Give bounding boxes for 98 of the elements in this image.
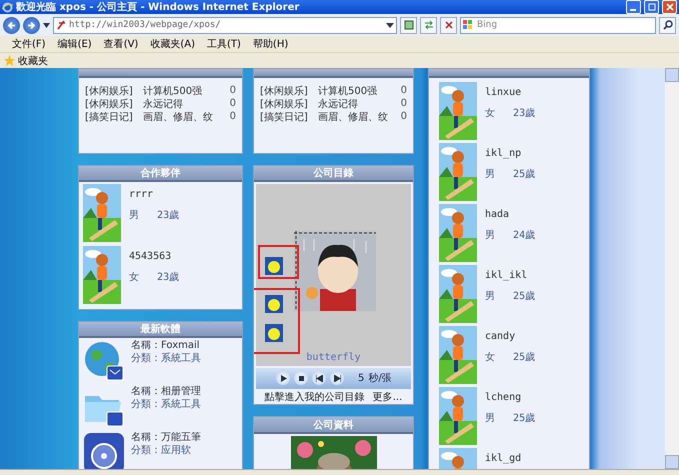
stop-icon [298, 376, 304, 381]
topic-count: 0 [230, 98, 236, 109]
member-name[interactable]: ikl_gd [485, 453, 522, 464]
close-icon [444, 20, 454, 30]
topic-count: 0 [230, 85, 236, 96]
maximize-button[interactable] [644, 0, 659, 14]
software-name[interactable]: 名稱：Foxmail [131, 340, 205, 351]
topic-count: 0 [400, 98, 407, 109]
panel-title: 最新軟體 [140, 322, 180, 336]
member-name[interactable]: 4543563 [129, 251, 180, 262]
window-title: 歡迎光臨 xpos - 公司主頁 - Windows Internet Explorer [16, 0, 300, 14]
dropdown-icon[interactable] [386, 21, 394, 29]
topic-category[interactable]: [休闲娱乐] [260, 84, 318, 98]
menu-item[interactable]: 文件(F) [12, 37, 46, 51]
member-name[interactable]: rrrr [129, 189, 180, 200]
search-engine-icon [463, 20, 473, 30]
software-category: 分類：系統工具 [131, 353, 202, 364]
catalog-link[interactable]: 點擊進入我的公司目錄 [264, 390, 365, 404]
menu-item[interactable]: 收藏夹(A) [150, 37, 195, 51]
star-icon[interactable] [4, 55, 15, 66]
member-name[interactable]: hada [485, 209, 536, 220]
thumbnail-icon[interactable] [265, 295, 283, 313]
play-button[interactable] [276, 371, 290, 386]
topic-title[interactable]: 永远记得 [318, 96, 401, 110]
member-name[interactable]: ikl_ikl [485, 270, 536, 281]
play-icon [280, 374, 286, 382]
highlight-frame [258, 245, 299, 279]
topic-count: 0 [230, 111, 236, 122]
back-button[interactable] [3, 16, 20, 34]
topic-title[interactable]: 永远记得 [143, 96, 230, 110]
menu-item[interactable]: 查看(V) [104, 37, 138, 51]
topic-title[interactable]: 计算机500强 [143, 84, 230, 98]
topic-count: 0 [400, 111, 407, 122]
topic-category[interactable]: [休闲娱乐] [85, 96, 143, 110]
member-name[interactable]: linxue [485, 87, 536, 98]
software-name[interactable]: 名稱：相册管理 [131, 386, 205, 397]
topic-category[interactable]: [搞笑日记] [260, 110, 318, 124]
stop-button[interactable] [294, 371, 308, 386]
close-button[interactable] [662, 0, 677, 14]
search-field[interactable]: Bing [460, 16, 656, 34]
panel-title: 公司目錄 [314, 166, 354, 180]
topic-title[interactable]: 画眉、修眉、纹 [143, 110, 230, 124]
member-details: 女 25歲 [485, 350, 536, 364]
more-link[interactable]: 更多... [372, 390, 402, 404]
minimize-button[interactable] [626, 0, 641, 14]
topic-title[interactable]: 画眉、修眉、纹 [318, 110, 401, 124]
topic-category[interactable]: [搞笑日记] [85, 110, 143, 124]
highlight-frame [254, 288, 300, 354]
browser-logo-icon [2, 2, 13, 12]
compatibility-button[interactable] [400, 16, 417, 34]
address-field[interactable]: http://win2003/webpage/xpos/ [53, 16, 397, 34]
member-details: 男 25歲 [485, 412, 536, 425]
search-icon [662, 20, 672, 30]
globe-mail-icon [83, 340, 125, 382]
thumbnail-icon[interactable] [265, 324, 283, 342]
thumbnail-icon[interactable] [265, 257, 283, 275]
favorites-label[interactable]: 收藏夹 [18, 54, 48, 68]
member-details: 男 25歲 [485, 290, 536, 303]
refresh-icon [424, 20, 434, 30]
topic-category[interactable]: [休闲娱乐] [260, 96, 318, 110]
forward-button[interactable] [23, 16, 40, 34]
left-arrow-icon [7, 20, 16, 30]
dropdown-icon[interactable] [43, 22, 50, 28]
member-name[interactable]: candy [485, 331, 536, 342]
interval-unit: 秒/張 [368, 372, 392, 386]
refresh-button[interactable] [420, 16, 437, 34]
previous-button[interactable] [312, 371, 326, 386]
page-icon [404, 20, 414, 30]
panel-title: 合作夥伴 [140, 166, 180, 180]
menu-item[interactable]: 编辑(E) [58, 37, 92, 51]
previous-icon [316, 374, 322, 382]
software-category: 分類：应用软 [131, 445, 192, 456]
member-name[interactable]: ikl_np [485, 148, 536, 159]
close-icon [666, 3, 674, 11]
right-arrow-icon [27, 20, 36, 30]
next-button[interactable] [330, 371, 344, 386]
member-details: 男 23歲 [129, 208, 180, 222]
app-icon [83, 432, 125, 469]
panel-title: 公司資料 [314, 418, 354, 432]
menu-item[interactable]: 帮助(H) [252, 37, 288, 51]
software-name[interactable]: 名稱：万能五筆 [131, 432, 205, 443]
topic-count: 0 [400, 85, 407, 96]
software-category: 分類：系統工具 [131, 399, 202, 410]
search-button[interactable] [659, 16, 676, 34]
slide-caption: butterfly [305, 352, 362, 363]
topic-category[interactable]: [休闲娱乐] [85, 84, 143, 98]
stop-button[interactable] [440, 16, 457, 34]
menu-item[interactable]: 工具(T) [207, 37, 241, 51]
member-name[interactable]: lcheng [485, 392, 536, 403]
member-details: 男 24歲 [485, 228, 536, 242]
member-details: 女 23歲 [129, 270, 180, 284]
member-details: 女 23歲 [485, 106, 536, 120]
interval-value[interactable]: 5 [358, 372, 364, 384]
member-details: 男 25歲 [485, 168, 536, 181]
topic-title[interactable]: 计算机500强 [318, 84, 401, 98]
page-icon [56, 20, 66, 30]
maximize-icon [648, 3, 656, 11]
next-icon [334, 374, 340, 382]
